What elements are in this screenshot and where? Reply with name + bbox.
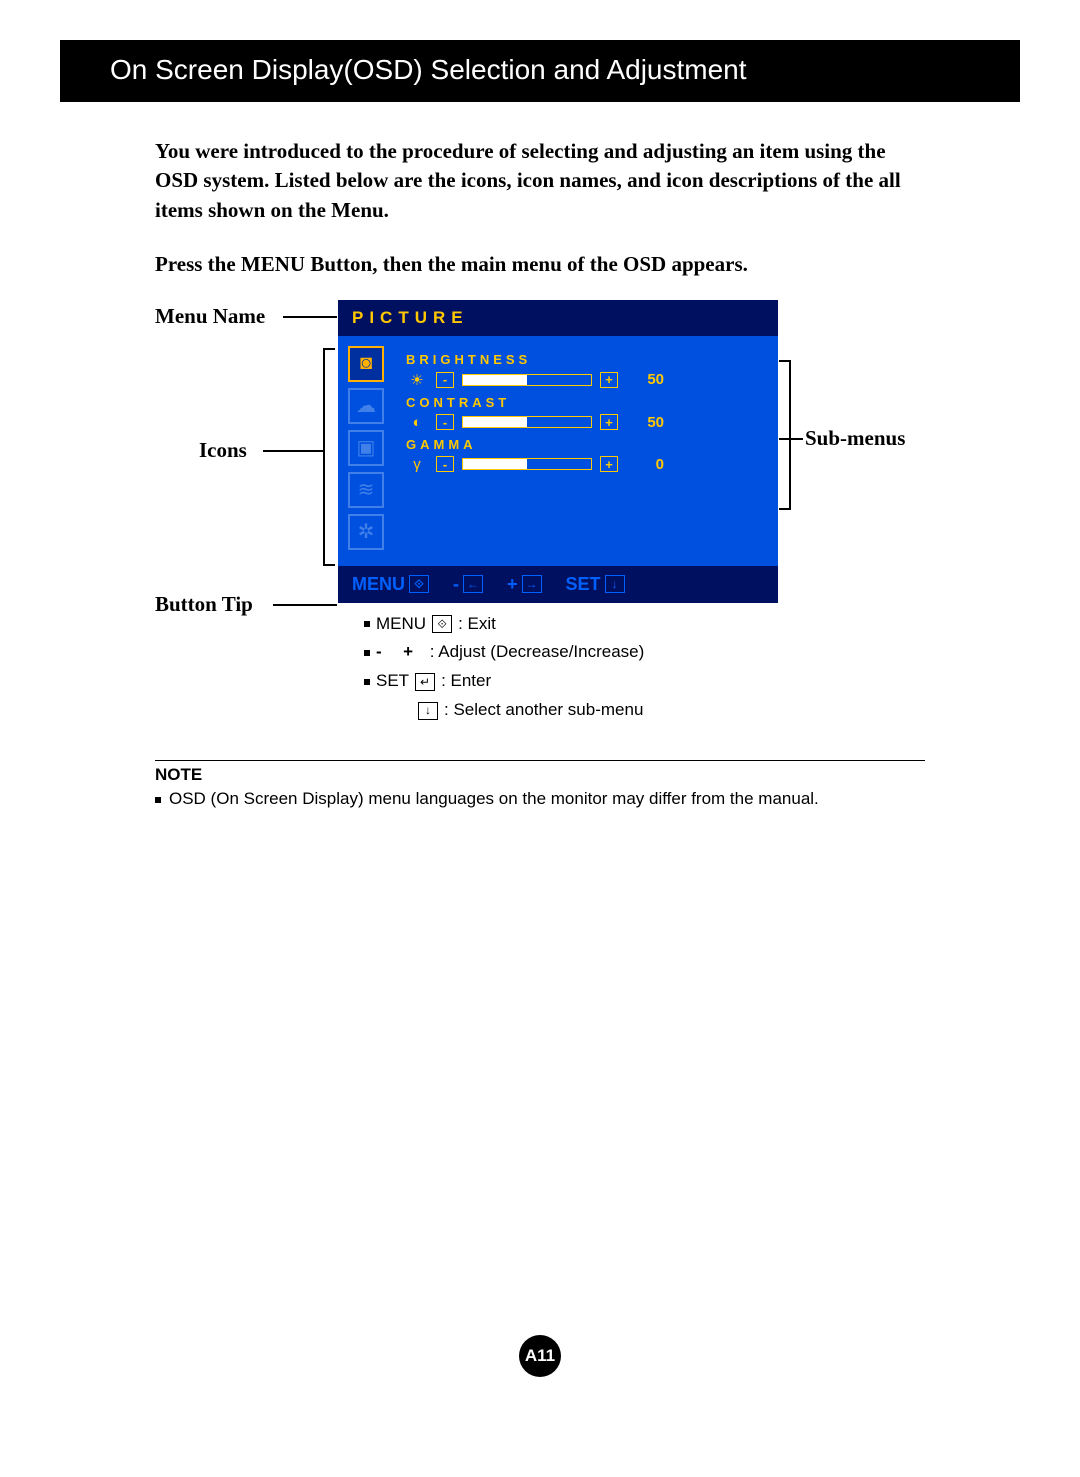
bullet-icon: [155, 797, 161, 803]
bullet-icon: [364, 621, 370, 627]
color-icon[interactable]: ☁: [348, 388, 384, 424]
submenu-item: GAMMA γ- +0: [406, 437, 766, 473]
label-icons: Icons: [199, 438, 247, 463]
bullet-icon: [364, 679, 370, 685]
footer-plus-label: +: [507, 574, 518, 595]
tip-plus: +: [403, 638, 413, 667]
bracket-icons: [323, 348, 335, 566]
tip-menu-label: MENU: [376, 610, 426, 639]
osd-footer: MENU ⟐ - ← + → SET ↓: [338, 566, 778, 603]
slider-fill: [463, 417, 527, 427]
submenu-type-icon: ☀: [406, 371, 428, 389]
submenu-value: 50: [632, 414, 664, 431]
slider-track[interactable]: [462, 416, 592, 428]
decrease-button[interactable]: -: [436, 414, 454, 430]
submenu-type-icon: γ: [406, 456, 428, 473]
tip-adjust-desc: : Adjust (Decrease/Increase): [430, 638, 644, 667]
tip-menu-desc: : Exit: [458, 610, 496, 639]
osd-submenus-panel: BRIGHTNESS☀-+50CONTRAST◐-+50GAMMAγ-+0: [394, 336, 778, 566]
button-tips-list: MENU ⟐ : Exit - + : Adjust (Decrease/Inc…: [338, 610, 778, 726]
slider-track[interactable]: [462, 458, 592, 470]
setup-icon[interactable]: ✲: [348, 514, 384, 550]
connector-line: [283, 316, 337, 318]
submenu-value: 0: [632, 456, 664, 473]
footer-menu-label: MENU: [352, 574, 405, 595]
osd-diagram: Menu Name Icons Button Tip Sub-menus PIC…: [155, 300, 1020, 760]
tip-row: - + : Adjust (Decrease/Increase): [364, 638, 778, 667]
slider-fill: [463, 375, 527, 385]
submenu-label: BRIGHTNESS: [406, 352, 766, 367]
footer-minus[interactable]: - ←: [453, 574, 483, 595]
right-arrow-icon: →: [522, 575, 542, 593]
tip-row: SET ↵ : Enter: [364, 667, 778, 696]
submenu-slider-row: ◐- +50: [406, 414, 766, 431]
slider-track[interactable]: [462, 374, 592, 386]
connector-line: [263, 450, 323, 452]
bullet-icon: [364, 650, 370, 656]
tip-minus: -: [376, 638, 382, 667]
tip-set-label: SET: [376, 667, 409, 696]
decrease-button[interactable]: -: [436, 456, 454, 472]
submenu-slider-row: γ- +0: [406, 456, 766, 473]
note-label: NOTE: [155, 765, 202, 784]
submenu-label: CONTRAST: [406, 395, 766, 410]
enter-icon: ↵: [415, 673, 435, 691]
footer-set-label: SET: [566, 574, 601, 595]
decrease-button[interactable]: -: [436, 372, 454, 388]
picture-icon[interactable]: ◙: [348, 346, 384, 382]
tracking-icon[interactable]: ≋: [348, 472, 384, 508]
page-title: On Screen Display(OSD) Selection and Adj…: [60, 40, 1020, 102]
exit-icon: ⟐: [432, 615, 452, 633]
footer-minus-label: -: [453, 574, 459, 595]
submenu-type-icon: ◐: [406, 414, 428, 431]
submenu-item: BRIGHTNESS ☀- +50: [406, 352, 766, 389]
label-menu-name: Menu Name: [155, 304, 265, 329]
down-arrow-icon: ↓: [418, 702, 438, 720]
screen-icon[interactable]: ▣: [348, 430, 384, 466]
down-arrow-icon: ↓: [605, 575, 625, 593]
increase-button[interactable]: +: [600, 456, 618, 472]
submenu-label: GAMMA: [406, 437, 766, 452]
osd-menu-title: PICTURE: [338, 300, 778, 336]
tip-row: ↓ : Select another sub-menu: [364, 696, 778, 725]
osd-body: ◙☁▣≋✲ BRIGHTNESS☀-+50CONTRAST◐-+50GAMMAγ…: [338, 336, 778, 566]
submenu-item: CONTRAST ◐- +50: [406, 395, 766, 431]
label-button-tip: Button Tip: [155, 592, 253, 617]
osd-icon-column: ◙ ☁ ▣ ≋ ✲: [338, 336, 394, 566]
connector-line: [273, 604, 337, 606]
tip-select-desc: : Select another sub-menu: [444, 696, 643, 725]
note-block: NOTE OSD (On Screen Display) menu langua…: [155, 760, 925, 809]
slider-fill: [463, 459, 527, 469]
left-arrow-icon: ←: [463, 575, 483, 593]
bracket-submenus: [779, 360, 791, 510]
footer-plus[interactable]: + →: [507, 574, 542, 595]
footer-menu[interactable]: MENU ⟐: [352, 574, 429, 595]
submenu-value: 50: [632, 371, 664, 388]
osd-window: PICTURE ◙☁▣≋✲ BRIGHTNESS☀-+50CONTRAST◐-+…: [338, 300, 778, 603]
increase-button[interactable]: +: [600, 414, 618, 430]
label-sub-menus: Sub-menus: [805, 426, 905, 451]
increase-button[interactable]: +: [600, 372, 618, 388]
submenu-slider-row: ☀- +50: [406, 371, 766, 389]
intro-text: You were introduced to the procedure of …: [155, 137, 925, 225]
exit-icon: ⟐: [409, 575, 429, 593]
tip-row: MENU ⟐ : Exit: [364, 610, 778, 639]
note-text: OSD (On Screen Display) menu languages o…: [169, 789, 819, 809]
instruction-text: Press the MENU Button, then the main men…: [155, 250, 925, 279]
footer-set[interactable]: SET ↓: [566, 574, 625, 595]
page-number-badge: A11: [519, 1335, 561, 1377]
tip-set-desc: : Enter: [441, 667, 491, 696]
